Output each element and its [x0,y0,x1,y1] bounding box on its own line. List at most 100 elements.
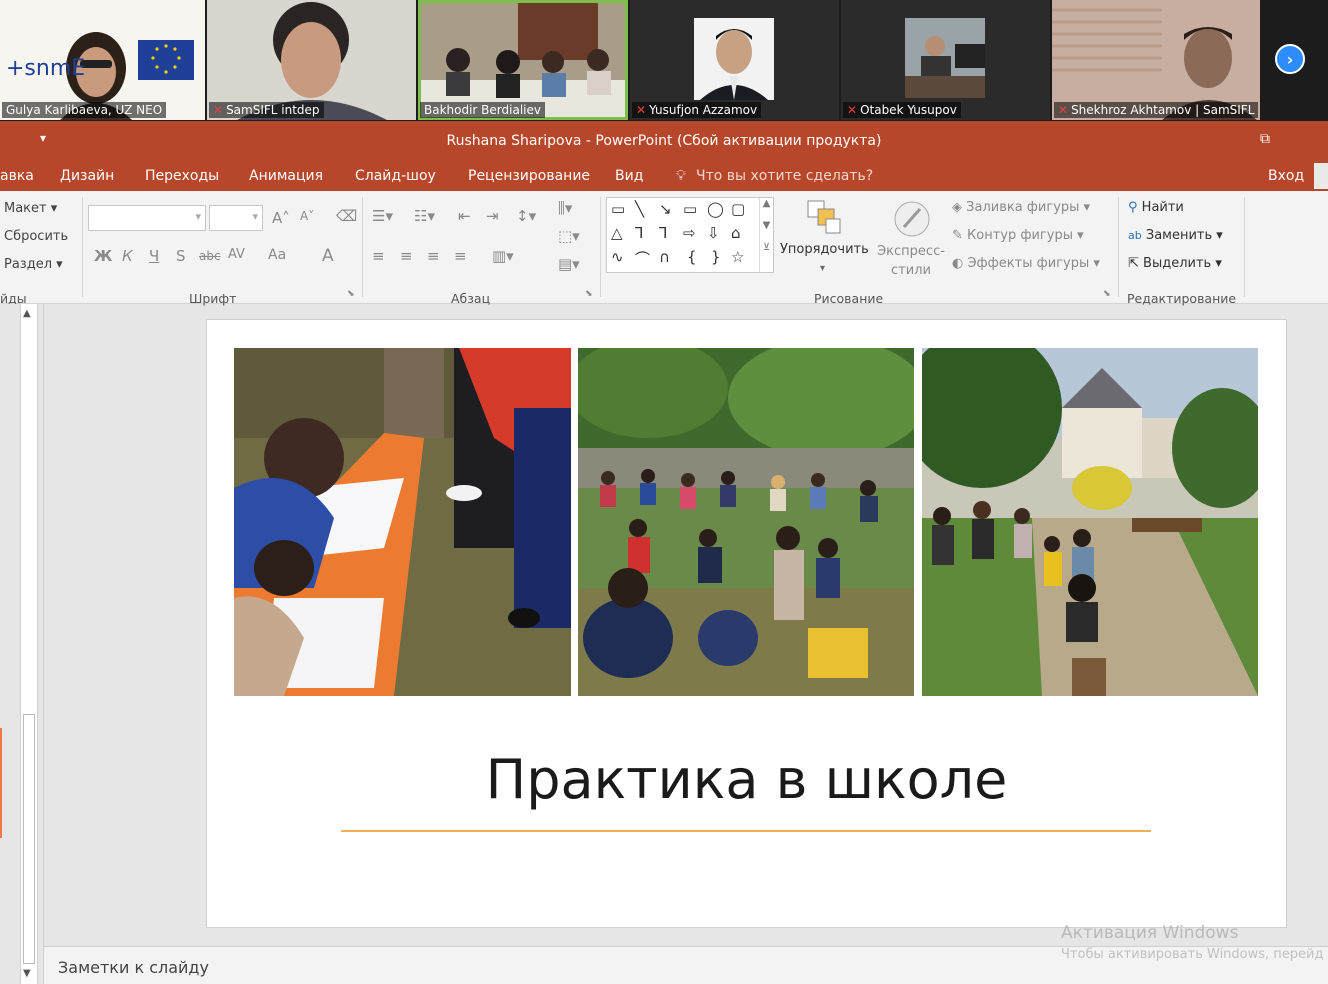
right-arrow-shape-icon[interactable]: ⇨ [683,224,696,242]
tab-slideshow[interactable]: Слайд-шоу [355,168,436,184]
triangle-shape-icon[interactable]: △ [611,224,623,242]
dialog-launcher-icon[interactable]: ⬊ [1103,289,1111,299]
find-button[interactable]: ⚲ Найти [1128,200,1184,215]
tab-review[interactable]: Рецензирование [468,168,590,184]
mic-off-icon: ✕ [213,103,224,117]
group-paragraph-label: Абзац [451,291,491,306]
signin-link[interactable]: Вход [1268,168,1304,184]
grow-font-icon[interactable]: A˄ [272,209,290,227]
font-color-button[interactable]: A [322,246,334,266]
select-button[interactable]: ⇱ Выделить ▾ [1128,256,1222,271]
align-left-icon[interactable]: ≡ [372,247,385,265]
gallery-scroll[interactable]: ▲ ▼ ⊻ [759,198,773,272]
align-right-icon[interactable]: ≡ [427,247,440,265]
tab-transitions[interactable]: Переходы [145,168,219,184]
ribbon-tabs: авка Дизайн Переходы Анимация Слайд-шоу … [0,161,1328,191]
arc-shape-icon[interactable]: ⌒ [635,248,650,269]
left-brace-shape-icon[interactable]: { [687,248,697,266]
app-titlebar: ▾ Rushana Sharipova - PowerPoint (Сбой а… [0,121,1328,161]
participant-tile[interactable]: +snmE Gulya Karlibaeva, UZ NEO [0,0,205,120]
lightbulb-icon: 💡︎ [676,168,686,184]
rounded-rect-shape-icon[interactable]: ▢ [731,200,745,218]
participant-name: ✕ Shekhroz Akhtamov | SamSIFL [1054,102,1259,118]
participant-name: ✕ Otabek Yusupov [843,102,961,118]
activation-watermark-text: Чтобы активировать Windows, перейд [1061,947,1324,962]
text-direction-icon[interactable]: ⫼▾ [558,199,572,217]
strikethrough-button[interactable]: abc [199,249,221,263]
scroll-up-icon[interactable]: ▲ [23,308,31,319]
smartart-icon[interactable]: ▤▾ [558,255,580,273]
scroll-down-icon[interactable]: ▼ [23,968,31,979]
participant-tile[interactable]: ✕ Shekhroz Akhtamov | SamSIFL [1052,0,1260,120]
reset-button[interactable]: Сбросить [4,229,68,244]
shape-effects-button[interactable]: ◐ Эффекты фигуры ▾ [952,256,1100,271]
char-spacing-button[interactable]: AV [228,247,245,262]
window-title: Rushana Sharipova - PowerPoint (Сбой акт… [446,133,882,149]
shape-outline-button[interactable]: ✎ Контур фигуры ▾ [952,228,1084,243]
ribbon-display-options-icon[interactable]: ⧉ [1260,131,1270,147]
tab-insert[interactable]: авка [0,168,34,184]
replace-button[interactable]: ab Заменить ▾ [1128,228,1223,243]
participant-tile[interactable]: ✕ Otabek Yusupov [841,0,1050,120]
right-brace-shape-icon[interactable]: } [711,248,721,266]
shapes-gallery[interactable]: ▭ ╲ ↘ ▭ ◯ ▢ △ ⅂ ⅂ ⇨ ⇩ ⌂ ∿ ⌒ ∩ { } ☆ ▲ ▼ ⊻ [606,197,774,273]
down-arrow-shape-icon[interactable]: ⇩ [707,224,720,242]
align-center-icon[interactable]: ≡ [400,247,413,265]
align-text-icon[interactable]: ⬚▾ [558,227,580,245]
bold-button[interactable]: Ж [94,247,112,265]
arrange-button[interactable]: Упорядочить [780,242,869,257]
font-family-select[interactable]: ▾ [88,205,206,231]
chevron-right-icon[interactable]: › [1275,44,1305,74]
curve-shape-icon[interactable]: ∿ [611,248,624,266]
group-divider [1244,197,1245,297]
dialog-launcher-icon[interactable]: ⬊ [347,289,355,299]
clear-formatting-icon[interactable]: ⌫ [336,207,357,225]
connector-shape-icon[interactable]: ⅂ [635,224,643,242]
shrink-font-icon[interactable]: A˅ [300,209,314,223]
mic-off-icon: ✕ [1058,103,1069,117]
justify-icon[interactable]: ≡ [454,247,467,265]
arrow-line-shape-icon[interactable]: ↘ [659,200,672,218]
screen: +snmE Gulya Karlibaeva, UZ NEO ✕ SamSIFL … [0,0,1328,984]
participant-tile-active-speaker[interactable]: Bakhodir Berdialiev [418,0,628,120]
textbox-shape-icon[interactable]: ▭ [611,200,625,218]
italic-button[interactable]: К [122,247,133,265]
tell-me-input[interactable]: Что вы хотите сделать? [696,168,873,184]
oval-shape-icon[interactable]: ◯ [707,200,724,218]
shadow-button[interactable]: S [176,247,186,265]
layout-button[interactable]: Макет ▾ [4,201,57,216]
quick-styles-button[interactable]: Экспресс-стили [874,242,948,280]
vertical-scrollbar[interactable]: ▲ ▼ [20,304,38,984]
section-button[interactable]: Раздел ▾ [4,257,63,272]
line-shape-icon[interactable]: ╲ [635,200,644,218]
tab-design[interactable]: Дизайн [60,168,114,184]
participant-tile[interactable]: ✕ SamSIFL intdep [207,0,416,120]
notes-placeholder[interactable]: Заметки к слайду [58,958,209,977]
change-case-button[interactable]: Aa [268,247,286,263]
freeform-shape-icon[interactable]: ⌂ [731,224,741,242]
tab-animations[interactable]: Анимация [249,168,323,184]
numbering-icon[interactable]: ☷▾ [414,207,435,225]
increase-indent-icon[interactable]: ⇥ [486,207,499,225]
decrease-indent-icon[interactable]: ⇤ [458,207,471,225]
shape-fill-button[interactable]: ◈ Заливка фигуры ▾ [952,200,1090,215]
line-spacing-icon[interactable]: ↕▾ [516,207,536,225]
slide-photo-children-drawing[interactable] [234,348,571,696]
wave-shape-icon[interactable]: ∩ [659,248,670,266]
rectangle-shape-icon[interactable]: ▭ [683,200,697,218]
scroll-thumb[interactable] [23,714,35,964]
user-icon[interactable] [1314,163,1328,189]
star-shape-icon[interactable]: ☆ [731,248,744,266]
elbow-arrow-shape-icon[interactable]: ⅂ [659,224,667,242]
underline-button[interactable]: Ч [149,247,159,265]
font-size-select[interactable]: ▾ [209,205,263,231]
chevron-down-icon: ▾ [252,210,258,223]
dialog-launcher-icon[interactable]: ⬊ [585,289,593,299]
slide-title[interactable]: Практика в школе [206,748,1287,811]
columns-icon[interactable]: ▥▾ [492,247,514,265]
slide-photo-park[interactable] [922,348,1258,696]
tab-view[interactable]: Вид [615,168,643,184]
participant-tile[interactable]: ✕ Yusufjon Azzamov [630,0,839,120]
bullets-icon[interactable]: ☰▾ [372,207,393,225]
slide-photo-children-group[interactable] [578,348,914,696]
